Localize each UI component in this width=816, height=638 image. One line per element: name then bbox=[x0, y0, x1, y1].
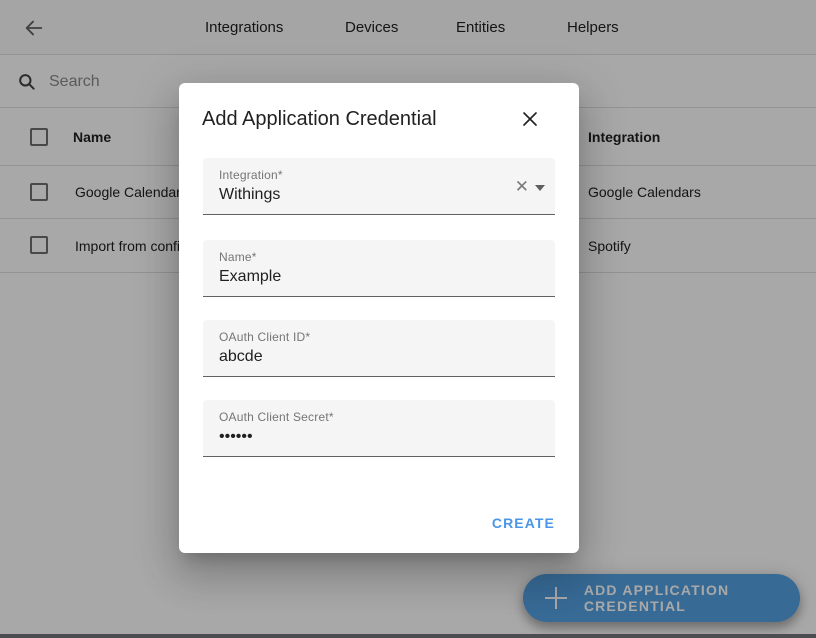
dialog-title: Add Application Credential bbox=[202, 108, 437, 131]
field-value: Withings bbox=[219, 186, 539, 204]
dialog-actions: CREATE bbox=[484, 506, 563, 540]
field-icons: ✕ bbox=[515, 158, 545, 215]
field-label: OAuth Client ID* bbox=[219, 330, 539, 344]
field-label: Integration* bbox=[219, 168, 539, 182]
create-button[interactable]: CREATE bbox=[484, 506, 563, 540]
add-application-credential-dialog: Add Application Credential Integration* … bbox=[179, 83, 579, 553]
integration-field[interactable]: Integration* Withings ✕ bbox=[203, 158, 555, 215]
field-label: Name* bbox=[219, 250, 539, 264]
dialog-header: Add Application Credential bbox=[202, 105, 556, 133]
field-value: abcde bbox=[219, 348, 539, 366]
name-field[interactable]: Name* Example bbox=[203, 240, 555, 297]
field-value: •••••• bbox=[219, 428, 539, 446]
clear-icon[interactable]: ✕ bbox=[515, 178, 529, 195]
close-icon[interactable] bbox=[518, 107, 542, 131]
field-value: Example bbox=[219, 268, 539, 286]
field-label: OAuth Client Secret* bbox=[219, 410, 539, 424]
chevron-down-icon[interactable] bbox=[535, 185, 545, 191]
oauth-client-secret-field[interactable]: OAuth Client Secret* •••••• bbox=[203, 400, 555, 457]
oauth-client-id-field[interactable]: OAuth Client ID* abcde bbox=[203, 320, 555, 377]
